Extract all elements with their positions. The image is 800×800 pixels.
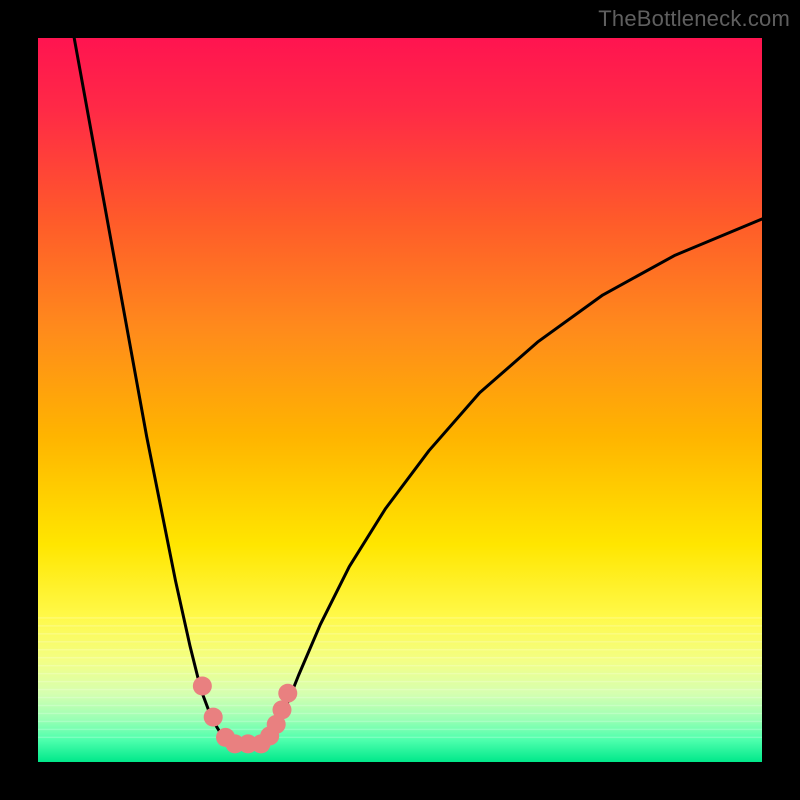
attribution-label: TheBottleneck.com	[598, 6, 790, 32]
band-line	[38, 625, 762, 626]
band-line	[38, 689, 762, 690]
band-line	[38, 665, 762, 666]
band-line	[38, 633, 762, 634]
marker-dot	[278, 684, 297, 703]
band-line	[38, 713, 762, 714]
band-line	[38, 649, 762, 650]
gradient-background	[38, 38, 762, 762]
band-line	[38, 737, 762, 738]
marker-dot	[193, 676, 212, 695]
band-line	[38, 697, 762, 698]
band-line	[38, 673, 762, 674]
marker-dot	[204, 708, 223, 727]
bottleneck-chart	[38, 38, 762, 762]
band-line	[38, 641, 762, 642]
band-line	[38, 721, 762, 722]
band-line	[38, 681, 762, 682]
band-line	[38, 617, 762, 618]
band-line	[38, 729, 762, 730]
chart-frame: TheBottleneck.com	[0, 0, 800, 800]
plot-area	[38, 38, 762, 762]
band-line	[38, 705, 762, 706]
marker-dot	[272, 700, 291, 719]
band-line	[38, 657, 762, 658]
